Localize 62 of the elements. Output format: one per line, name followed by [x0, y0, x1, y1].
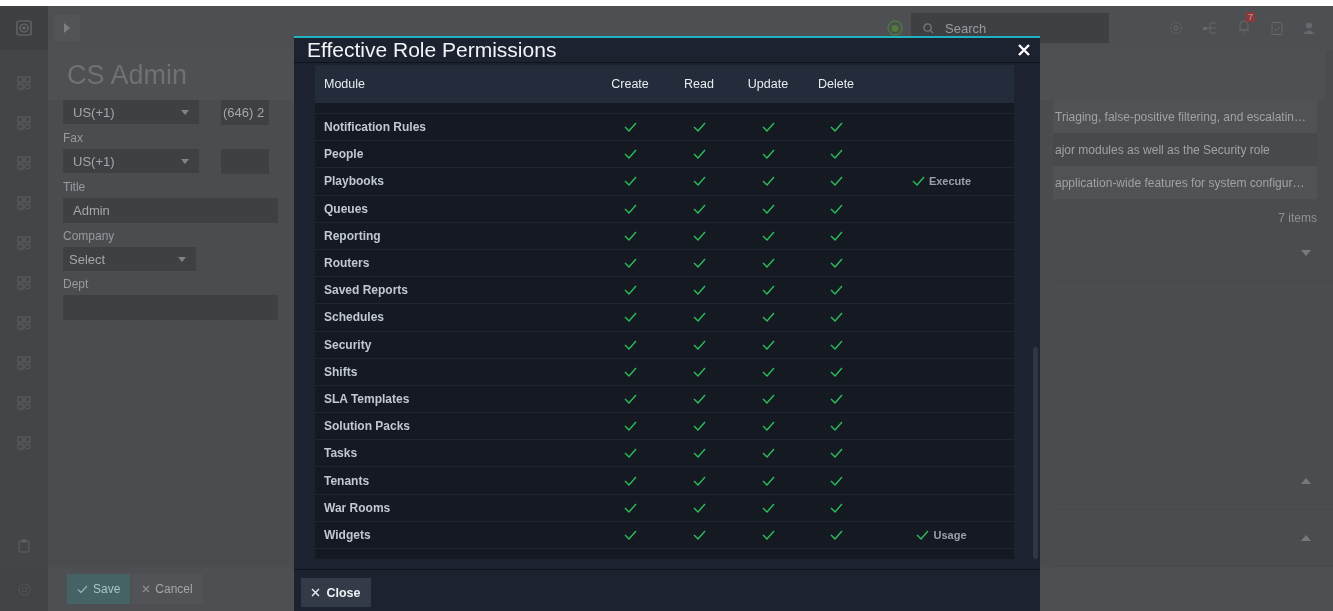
- column-header: Create: [610, 77, 650, 91]
- hierarchy-icon[interactable]: [1203, 22, 1217, 34]
- module-name: Tenants: [324, 473, 371, 488]
- extra-permission: Execute: [928, 175, 972, 188]
- close-icon: [311, 588, 321, 597]
- role-description[interactable]: application-wide features for system configur…: [1053, 166, 1317, 199]
- field-label: Fax: [63, 131, 84, 145]
- field-label: Company: [63, 229, 116, 243]
- caret-down-icon[interactable]: [178, 256, 186, 262]
- caret-up-icon[interactable]: [1301, 478, 1311, 484]
- module-name: Schedules: [324, 310, 386, 325]
- checkmark-icon: [911, 176, 925, 187]
- user-icon[interactable]: [1303, 22, 1315, 34]
- item-count: 7 items: [1277, 210, 1318, 225]
- dialog-title: Effective Role Permissions: [307, 38, 557, 62]
- close-icon[interactable]: [1018, 44, 1030, 56]
- module-name: Queues: [324, 201, 369, 216]
- clipboard-icon[interactable]: [18, 539, 30, 553]
- search-icon: [923, 23, 934, 34]
- cancel-button[interactable]: Cancel: [132, 574, 203, 604]
- title-field[interactable]: Admin: [63, 198, 278, 223]
- country-code-dropdown[interactable]: US(+1): [63, 100, 199, 124]
- country-code-dropdown[interactable]: US(+1): [63, 149, 199, 173]
- caret-down-icon[interactable]: [181, 158, 189, 164]
- company-dropdown[interactable]: Select: [63, 247, 196, 271]
- module-name: Widgets: [324, 527, 372, 542]
- field-label: Dept: [63, 277, 90, 291]
- module-name: People: [324, 147, 365, 162]
- extra-permission: Usage: [933, 528, 967, 541]
- module-name: Playbooks: [324, 174, 386, 189]
- column-header: Module: [324, 77, 366, 91]
- close-icon: [142, 585, 151, 593]
- module-name: SLA Templates: [324, 391, 411, 406]
- module-name: Tasks: [324, 446, 359, 461]
- caret-down-icon[interactable]: [181, 109, 189, 115]
- status-icon[interactable]: [887, 20, 903, 36]
- column-header: Read: [683, 77, 715, 91]
- module-name: Shifts: [324, 364, 359, 379]
- caret-up-icon[interactable]: [1301, 535, 1311, 541]
- module-name: Solution Packs: [324, 419, 412, 434]
- expand-button[interactable]: [54, 15, 80, 41]
- clipboard-check-icon[interactable]: [1271, 21, 1283, 35]
- module-name: Security: [324, 337, 373, 352]
- notification-badge: 7: [1246, 12, 1255, 22]
- field-label: Title: [63, 180, 87, 194]
- column-header: Delete: [816, 77, 856, 91]
- column-header: Update: [746, 77, 790, 91]
- logo-icon[interactable]: [16, 20, 32, 36]
- close-button[interactable]: Close: [301, 578, 371, 607]
- module-name: Saved Reports: [324, 283, 410, 298]
- module-name: Notification Rules: [324, 120, 427, 135]
- role-description[interactable]: Triaging, false-positive filtering, and escalatin…: [1053, 100, 1317, 133]
- bell-icon[interactable]: [1237, 19, 1251, 33]
- checkmark-icon: [916, 529, 930, 540]
- module-name: War Rooms: [324, 500, 392, 515]
- caret-right-icon[interactable]: [63, 22, 71, 34]
- module-name: Routers: [324, 256, 371, 271]
- checkmark-icon: [77, 584, 88, 594]
- caret-down-icon[interactable]: [1301, 250, 1311, 256]
- phone-field[interactable]: (646) 2: [221, 100, 269, 125]
- module-name: Reporting: [324, 228, 382, 243]
- save-button[interactable]: Save: [67, 574, 131, 604]
